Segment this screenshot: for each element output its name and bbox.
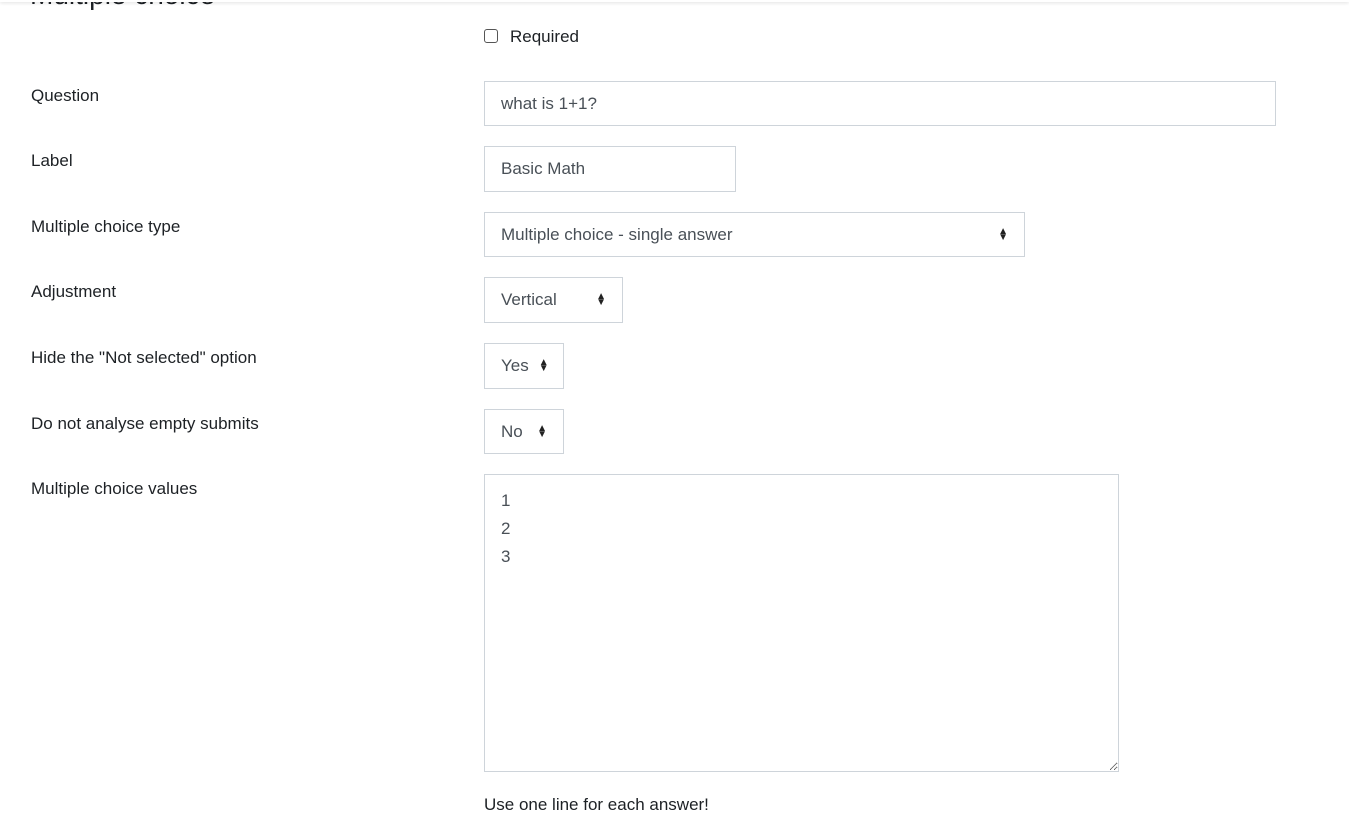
hide-not-selected-select[interactable]: Yes ▲ ▼ bbox=[484, 343, 564, 389]
mc-type-label: Multiple choice type bbox=[31, 217, 181, 236]
label-label: Label bbox=[31, 151, 73, 170]
adjustment-label: Adjustment bbox=[31, 282, 117, 301]
no-analyse-empty-label: Do not analyse empty submits bbox=[31, 414, 259, 433]
mc-type-select[interactable]: Multiple choice - single answer ▲ ▼ bbox=[484, 212, 1025, 257]
mc-values-help: Use one line for each answer! bbox=[484, 795, 709, 814]
no-analyse-empty-value: No bbox=[501, 421, 523, 441]
sort-arrows-icon: ▲ ▼ bbox=[596, 291, 606, 308]
label-value: Basic Math bbox=[501, 159, 586, 178]
top-bar bbox=[0, 0, 1349, 2]
sort-arrows-icon: ▲ ▼ bbox=[537, 422, 547, 440]
sort-arrows-icon: ▲ ▼ bbox=[538, 357, 549, 374]
sort-arrows-icon: ▲ ▼ bbox=[998, 225, 1008, 243]
question-value: what is 1+1? bbox=[501, 93, 597, 113]
adjustment-select[interactable]: Vertical ▲ ▼ bbox=[484, 277, 623, 323]
hide-not-selected-label: Hide the "Not selected" option bbox=[31, 348, 257, 367]
mc-values-textarea[interactable]: 1 2 3 bbox=[484, 474, 1119, 772]
required-checkbox[interactable] bbox=[484, 29, 498, 43]
question-input[interactable]: what is 1+1? bbox=[484, 81, 1276, 126]
label-input[interactable]: Basic Math bbox=[484, 146, 736, 192]
adjustment-value: Vertical bbox=[501, 290, 557, 309]
mc-type-value: Multiple choice - single answer bbox=[501, 224, 733, 244]
hide-not-selected-value: Yes bbox=[501, 356, 529, 375]
no-analyse-empty-select[interactable]: No ▲ ▼ bbox=[484, 409, 564, 454]
question-label: Question bbox=[31, 86, 100, 105]
mc-values-label: Multiple choice values bbox=[31, 479, 198, 498]
required-label: Required bbox=[510, 27, 579, 46]
